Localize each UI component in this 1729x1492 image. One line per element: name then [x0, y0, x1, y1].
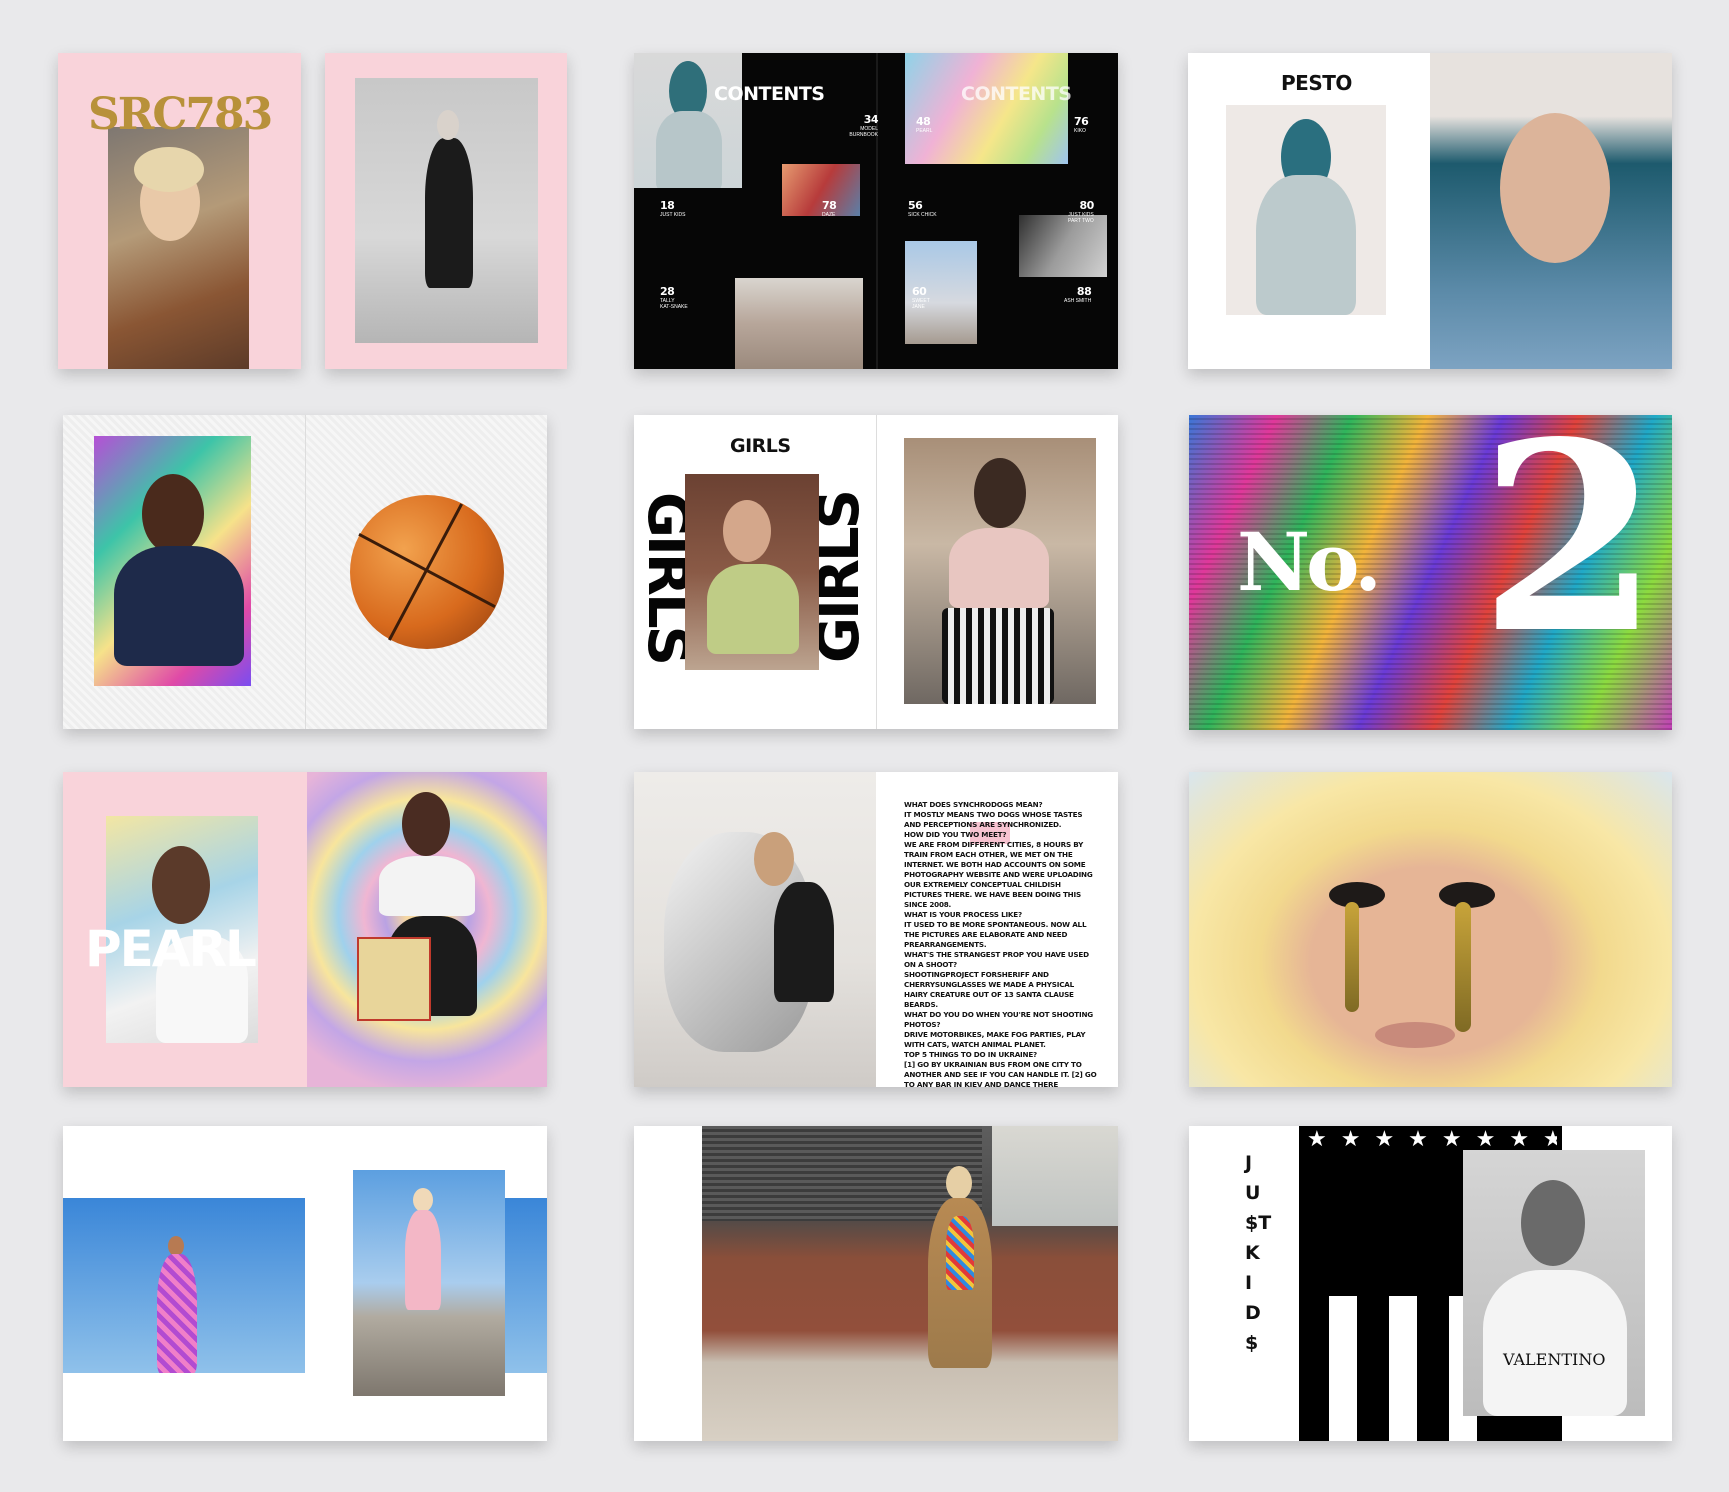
interview-text: WHAT DOES SYNCHRODOGS MEAN? IT MOSTLY ME… [904, 800, 1097, 1087]
inflatable-dolphin-photo [634, 772, 876, 1087]
pesto-title: PESTO [1281, 71, 1352, 95]
bw-model-photo [355, 78, 538, 343]
contents-entry[interactable]: 28 TALLY KAT-SNAKE [660, 285, 688, 310]
pesto-spread[interactable]: PESTO [1188, 53, 1672, 369]
girls-portrait-photo [685, 474, 819, 670]
contents-entry[interactable]: 76 KIKO [1074, 115, 1089, 134]
sky-edge-photo [505, 1198, 547, 1373]
basketball-image [350, 495, 504, 649]
gold-tear-right [1455, 902, 1471, 1032]
girls-title: GIRLS [730, 435, 791, 457]
contents-heading-left: CONTENTS [714, 83, 825, 105]
contents-entry[interactable]: 56 SICK CHICK [908, 199, 937, 218]
valentino-shirt-text: VALENTINO [1503, 1350, 1606, 1369]
just-kids-vertical-title: JU$T KID$ [1245, 1152, 1272, 1354]
sky-patch [992, 1126, 1118, 1226]
contents-entry[interactable]: 18 JUST KIDS [660, 199, 685, 218]
issue-number: 2 [1479, 415, 1660, 691]
contents-entry[interactable]: 80 JUST KIDS PART TWO [1068, 199, 1094, 224]
spread-gutter [305, 415, 306, 729]
basketball-spread[interactable] [63, 415, 547, 729]
spread-gutter [876, 415, 877, 729]
pesto-full-photo [1226, 105, 1386, 315]
gold-tear-left [1345, 902, 1359, 1012]
issue-number-spread[interactable]: No. 2 [1189, 415, 1672, 730]
face-lips [1375, 1022, 1455, 1048]
sky-spread[interactable] [63, 1126, 547, 1441]
pearl-title: PEARL [85, 920, 257, 978]
issue-prefix: No. [1237, 515, 1382, 609]
interview-spread[interactable]: WHAT DOES SYNCHRODOGS MEAN? IT MOSTLY ME… [634, 772, 1118, 1087]
contents-entry[interactable]: 48 PEARL [916, 115, 932, 134]
valentino-portrait-photo: VALENTINO [1463, 1150, 1645, 1416]
contents-spread[interactable]: CONTENTS CONTENTS 34 MODEL BURNBOOK 18 J… [634, 53, 1118, 369]
pearl-spread[interactable]: PEARL [63, 772, 547, 1087]
daze-photo [782, 164, 860, 216]
tie-dye-photo [905, 53, 1068, 164]
just-kids-bw-photo [1019, 215, 1107, 277]
cover-back-page[interactable] [325, 53, 567, 369]
cover-page[interactable]: SRC783 [58, 53, 301, 369]
cover-title: SRC783 [88, 89, 273, 140]
just-kids-spread[interactable]: JU$T KID$ ★★★★★★★★★★★★★★★★★★★★★★★★★★★★★★… [1189, 1126, 1672, 1441]
girls-spread[interactable]: GIRLS GIRLS GIRLS [634, 415, 1118, 729]
pearl-tie-dye-photo [307, 772, 547, 1087]
spread-gutter [876, 53, 878, 369]
contents-entry[interactable]: 78 DAZE [822, 199, 837, 218]
street-photo [702, 1126, 1118, 1441]
pesto-portrait-photo [1430, 53, 1672, 369]
blue-hair-photo [634, 53, 742, 188]
contents-heading-right: CONTENTS [961, 83, 1072, 105]
record-sleeve-image [357, 937, 431, 1021]
cover-photo [108, 127, 249, 369]
golden-tears-spread[interactable] [1189, 772, 1672, 1087]
psychedelic-girl-photo [94, 436, 251, 686]
contents-entry[interactable]: 60 SWEET JANE [912, 285, 930, 310]
sky-left-photo [63, 1198, 305, 1373]
contents-entry[interactable]: 34 MODEL BURNBOOK [814, 113, 878, 138]
girls-street-photo [904, 438, 1096, 704]
street-spread[interactable] [634, 1126, 1118, 1441]
basketball-hoop-photo [735, 278, 863, 369]
sky-right-photo [353, 1170, 505, 1396]
contents-entry[interactable]: 88 ASH SMITH [1064, 285, 1092, 304]
